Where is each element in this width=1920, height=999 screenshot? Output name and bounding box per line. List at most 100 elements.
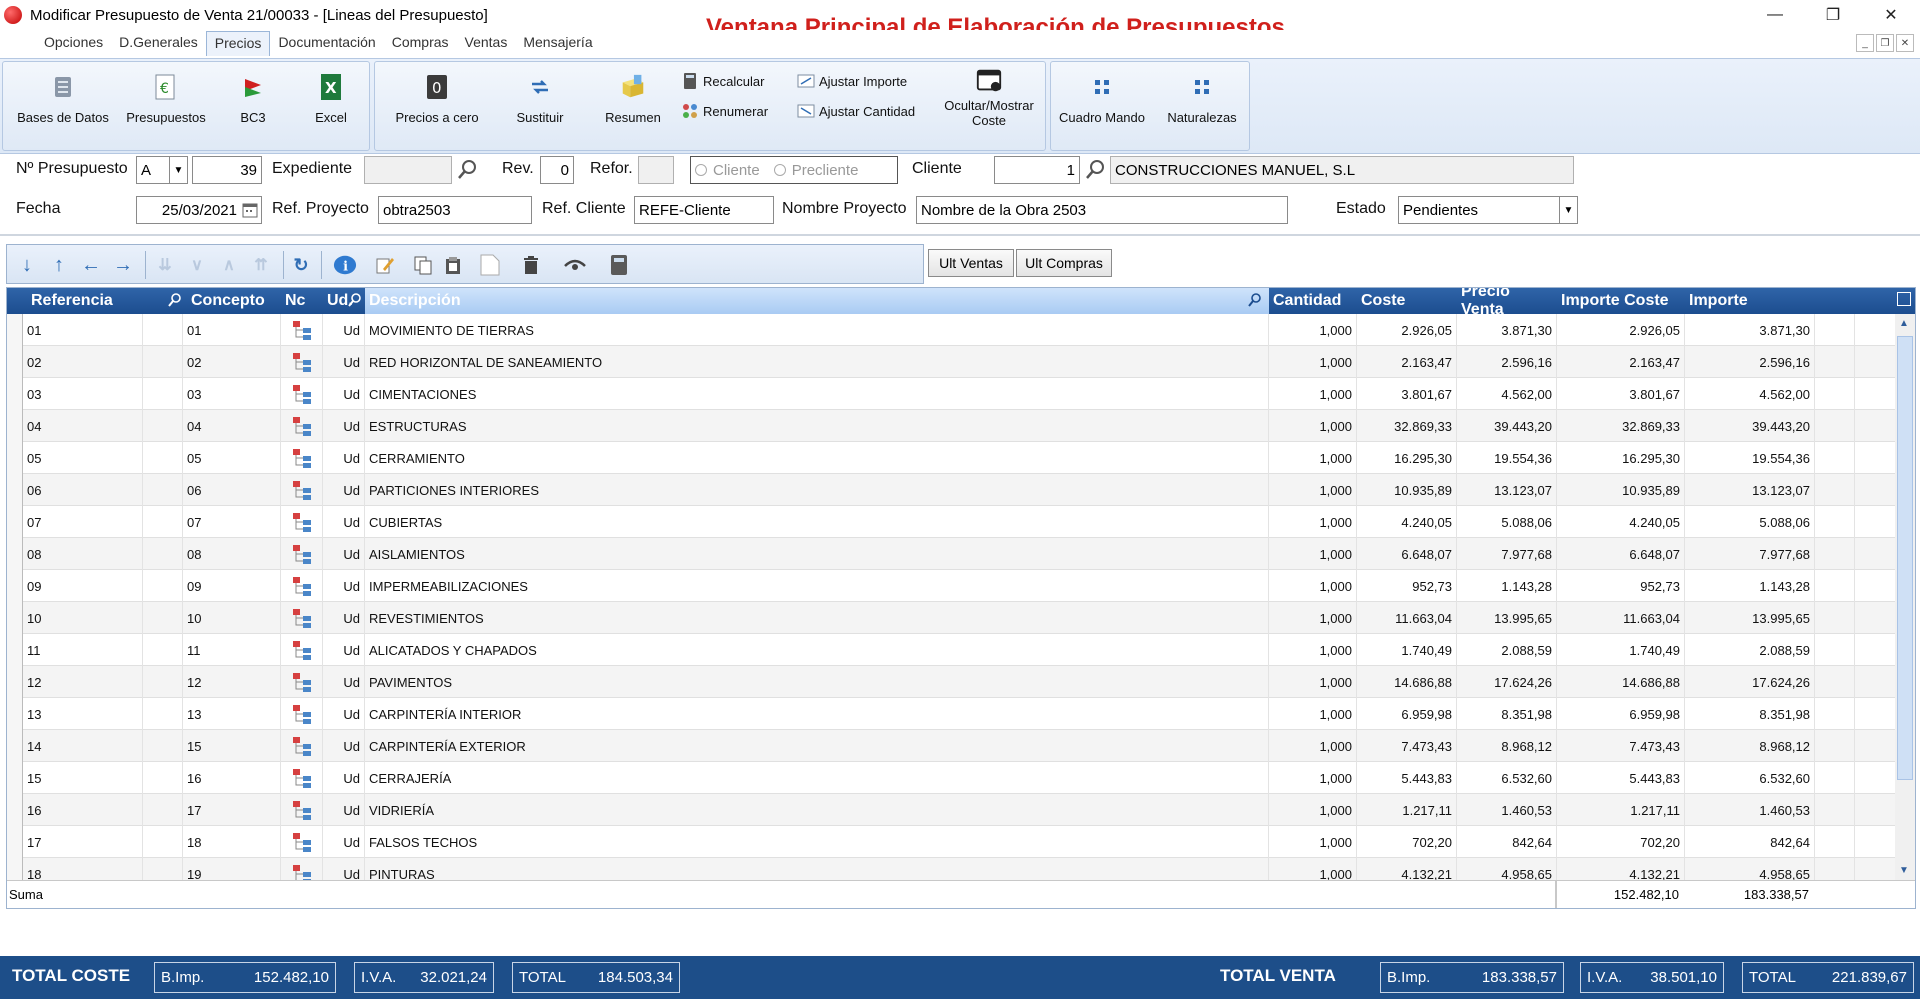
cell-ud[interactable]: Ud bbox=[323, 346, 365, 378]
cell-nc[interactable] bbox=[281, 634, 323, 666]
cell-importe-coste[interactable]: 7.473,43 bbox=[1557, 730, 1685, 762]
cell-concepto[interactable]: 11 bbox=[183, 634, 281, 666]
header-concepto[interactable]: Concepto bbox=[187, 288, 281, 314]
table-row[interactable]: 12 12 Ud PAVIMENTOS 1,000 14.686,88 17.624,26 1… bbox=[7, 666, 1895, 698]
move-last-icon[interactable]: ⇊ bbox=[153, 253, 177, 277]
cell-nc[interactable] bbox=[281, 730, 323, 762]
cell-coste[interactable]: 6.648,07 bbox=[1357, 538, 1457, 570]
cell-descripcion[interactable]: IMPERMEABILIZACIONES bbox=[365, 570, 1269, 602]
expediente-field[interactable] bbox=[364, 156, 452, 184]
row-selector[interactable] bbox=[7, 570, 23, 602]
header-importe[interactable]: Importe bbox=[1685, 288, 1815, 314]
cell-descripcion[interactable]: CARPINTERÍA EXTERIOR bbox=[365, 730, 1269, 762]
cell-coste[interactable]: 11.663,04 bbox=[1357, 602, 1457, 634]
cell-ud[interactable]: Ud bbox=[323, 570, 365, 602]
cell-descripcion[interactable]: ESTRUCTURAS bbox=[365, 410, 1269, 442]
nombre-proyecto-field[interactable]: Nombre de la Obra 2503 bbox=[916, 196, 1288, 224]
ajustar-cantidad-button[interactable]: Ajustar Cantidad bbox=[797, 102, 915, 120]
cell-importe[interactable]: 13.995,65 bbox=[1685, 602, 1815, 634]
cell-precio-venta[interactable]: 17.624,26 bbox=[1457, 666, 1557, 698]
presupuestos-button[interactable]: € Presupuestos bbox=[121, 72, 211, 125]
cell-nc[interactable] bbox=[281, 666, 323, 698]
cell-descripcion[interactable]: PAVIMENTOS bbox=[365, 666, 1269, 698]
refor-field[interactable] bbox=[638, 156, 674, 184]
cell-spacer[interactable] bbox=[1815, 762, 1855, 794]
table-row[interactable]: 07 07 Ud CUBIERTAS 1,000 4.240,05 5.088,06 4.24… bbox=[7, 506, 1895, 538]
bases-datos-button[interactable]: Bases de Datos bbox=[13, 72, 113, 125]
cell-importe-coste[interactable]: 2.163,47 bbox=[1557, 346, 1685, 378]
new-document-icon[interactable] bbox=[477, 253, 501, 277]
cell-coste[interactable]: 14.686,88 bbox=[1357, 666, 1457, 698]
cell-ud[interactable]: Ud bbox=[323, 826, 365, 858]
row-selector[interactable] bbox=[7, 346, 23, 378]
cell-spacer[interactable] bbox=[143, 346, 183, 378]
header-referencia[interactable]: Referencia bbox=[27, 288, 167, 314]
cell-descripcion[interactable]: FALSOS TECHOS bbox=[365, 826, 1269, 858]
cell-importe[interactable]: 8.968,12 bbox=[1685, 730, 1815, 762]
cell-precio-venta[interactable]: 7.977,68 bbox=[1457, 538, 1557, 570]
cell-spacer[interactable] bbox=[143, 666, 183, 698]
row-selector[interactable] bbox=[7, 762, 23, 794]
cell-concepto[interactable]: 08 bbox=[183, 538, 281, 570]
expediente-search-icon[interactable] bbox=[456, 157, 480, 183]
cell-precio-venta[interactable]: 8.968,12 bbox=[1457, 730, 1557, 762]
cell-importe[interactable]: 39.443,20 bbox=[1685, 410, 1815, 442]
cell-spacer[interactable] bbox=[1815, 730, 1855, 762]
cell-nc[interactable] bbox=[281, 538, 323, 570]
cell-nc[interactable] bbox=[281, 346, 323, 378]
table-row[interactable]: 04 04 Ud ESTRUCTURAS 1,000 32.869,33 39.443,20… bbox=[7, 410, 1895, 442]
cell-nc[interactable] bbox=[281, 314, 323, 346]
cell-importe[interactable]: 7.977,68 bbox=[1685, 538, 1815, 570]
cell-ud[interactable]: Ud bbox=[323, 730, 365, 762]
calendar-icon[interactable] bbox=[242, 202, 258, 218]
ocultar-coste-button[interactable]: Ocultar/Mostrar Coste bbox=[937, 66, 1041, 128]
ult-compras-button[interactable]: Ult Compras bbox=[1016, 249, 1112, 277]
cell-ud[interactable]: Ud bbox=[323, 506, 365, 538]
cell-descripcion[interactable]: RED HORIZONTAL DE SANEAMIENTO bbox=[365, 346, 1269, 378]
cell-spacer[interactable] bbox=[143, 762, 183, 794]
cell-nc[interactable] bbox=[281, 698, 323, 730]
cell-ud[interactable]: Ud bbox=[323, 474, 365, 506]
cell-concepto[interactable]: 15 bbox=[183, 730, 281, 762]
cell-spacer[interactable] bbox=[1815, 346, 1855, 378]
row-selector[interactable] bbox=[7, 442, 23, 474]
cell-descripcion[interactable]: MOVIMIENTO DE TIERRAS bbox=[365, 314, 1269, 346]
cell-descripcion[interactable]: VIDRIERÍA bbox=[365, 794, 1269, 826]
cell-importe[interactable]: 842,64 bbox=[1685, 826, 1815, 858]
cell-referencia[interactable]: 01 bbox=[23, 314, 143, 346]
cell-coste[interactable]: 952,73 bbox=[1357, 570, 1457, 602]
table-row[interactable]: 02 02 Ud RED HORIZONTAL DE SANEAMIENTO 1,000… bbox=[7, 346, 1895, 378]
cell-referencia[interactable]: 16 bbox=[23, 794, 143, 826]
cell-referencia[interactable]: 12 bbox=[23, 666, 143, 698]
precios-cero-button[interactable]: 0 Precios a cero bbox=[387, 72, 487, 125]
cell-coste[interactable]: 10.935,89 bbox=[1357, 474, 1457, 506]
scroll-up-icon[interactable]: ▲ bbox=[1899, 318, 1909, 329]
header-cantidad[interactable]: Cantidad bbox=[1269, 288, 1357, 314]
cell-precio-venta[interactable]: 39.443,20 bbox=[1457, 410, 1557, 442]
move-first-icon[interactable]: ⇈ bbox=[249, 253, 273, 277]
menu-opciones[interactable]: Opciones bbox=[36, 31, 111, 55]
cell-precio-venta[interactable]: 19.554,36 bbox=[1457, 442, 1557, 474]
cell-spacer[interactable] bbox=[1815, 666, 1855, 698]
scroll-down-icon[interactable]: ▼ bbox=[1899, 865, 1909, 876]
rev-field[interactable]: 0 bbox=[540, 156, 574, 184]
cell-spacer[interactable] bbox=[1815, 410, 1855, 442]
row-selector[interactable] bbox=[7, 794, 23, 826]
cell-descripcion[interactable]: ALICATADOS Y CHAPADOS bbox=[365, 634, 1269, 666]
table-row[interactable]: 14 15 Ud CARPINTERÍA EXTERIOR 1,000 7.473,43 8… bbox=[7, 730, 1895, 762]
cell-coste[interactable]: 6.959,98 bbox=[1357, 698, 1457, 730]
cell-referencia[interactable]: 14 bbox=[23, 730, 143, 762]
cell-ud[interactable]: Ud bbox=[323, 442, 365, 474]
row-selector[interactable] bbox=[7, 666, 23, 698]
cell-cantidad[interactable]: 1,000 bbox=[1269, 666, 1357, 698]
table-row[interactable]: 08 08 Ud AISLAMIENTOS 1,000 6.648,07 7.977,68 6… bbox=[7, 538, 1895, 570]
cell-coste[interactable]: 16.295,30 bbox=[1357, 442, 1457, 474]
referencia-search-icon[interactable] bbox=[167, 292, 183, 308]
estado-select[interactable]: Pendientes ▼ bbox=[1398, 196, 1578, 224]
cell-coste[interactable]: 4.240,05 bbox=[1357, 506, 1457, 538]
cell-referencia[interactable]: 04 bbox=[23, 410, 143, 442]
cell-spacer[interactable] bbox=[143, 634, 183, 666]
cell-ud[interactable]: Ud bbox=[323, 698, 365, 730]
naturalezas-button[interactable]: Naturalezas bbox=[1159, 72, 1245, 125]
menu-ventas[interactable]: Ventas bbox=[457, 31, 516, 55]
